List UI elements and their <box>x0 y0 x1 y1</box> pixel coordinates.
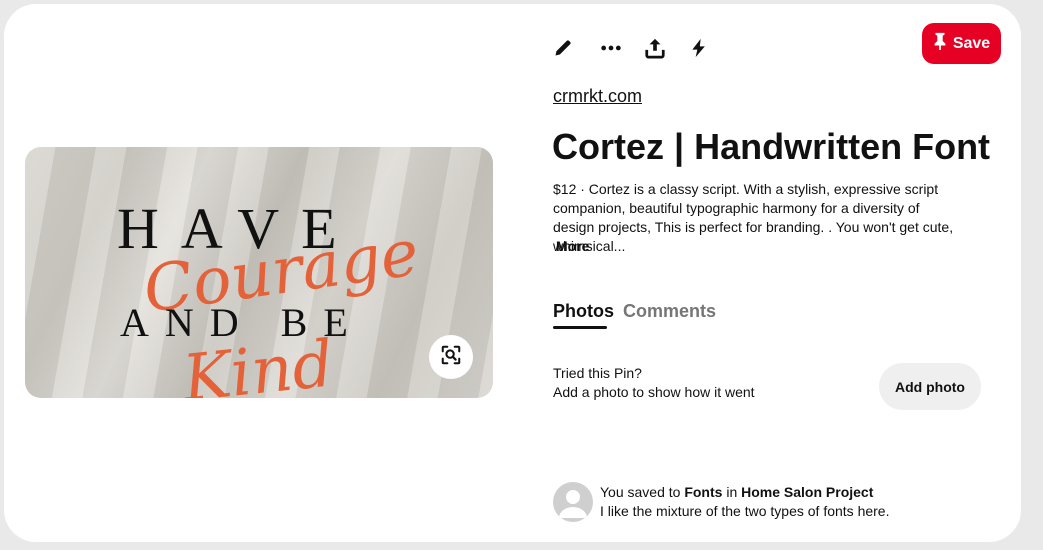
pin-icon <box>933 32 947 55</box>
visual-search-icon <box>440 344 462 371</box>
saved-to-text: You saved to Fonts in Home Salon Project <box>600 484 873 500</box>
add-photo-button[interactable]: Add photo <box>879 363 981 410</box>
share-icon <box>644 37 666 64</box>
tried-pin-subtitle: Add a photo to show how it went <box>553 384 755 400</box>
board-link[interactable]: Fonts <box>684 484 722 500</box>
visual-search-button[interactable] <box>429 335 473 379</box>
edit-button[interactable] <box>545 32 581 68</box>
save-button[interactable]: Save <box>922 23 1001 64</box>
quick-actions-button[interactable] <box>681 32 717 68</box>
save-label: Save <box>952 34 991 52</box>
tab-photos[interactable]: Photos <box>553 301 614 322</box>
more-options-icon <box>600 37 622 64</box>
share-button[interactable] <box>637 32 673 68</box>
source-domain-link[interactable]: crmrkt.com <box>553 86 642 107</box>
saved-prefix: You saved to <box>600 484 685 500</box>
more-button[interactable]: More <box>556 238 589 254</box>
quick-actions-icon <box>689 38 709 63</box>
pin-title: Cortez | Handwritten Font <box>552 126 991 167</box>
more-options-button[interactable] <box>593 32 629 68</box>
avatar[interactable] <box>553 482 593 522</box>
pin-description: $12 · Cortez is a classy script. With a … <box>553 181 954 254</box>
tried-pin-title: Tried this Pin? <box>553 365 642 381</box>
section-link[interactable]: Home Salon Project <box>741 484 873 500</box>
edit-icon <box>553 38 573 63</box>
pin-image[interactable]: HAVE Courage AND BE Kind <box>25 147 493 398</box>
default-user-icon <box>553 490 593 522</box>
saved-middle: in <box>722 484 742 500</box>
pin-note: I like the mixture of the two types of f… <box>600 503 890 519</box>
active-tab-indicator <box>553 326 607 329</box>
tab-comments[interactable]: Comments <box>623 301 716 322</box>
pin-closeup-card: HAVE Courage AND BE Kind Save crmrkt.com… <box>4 4 1021 542</box>
